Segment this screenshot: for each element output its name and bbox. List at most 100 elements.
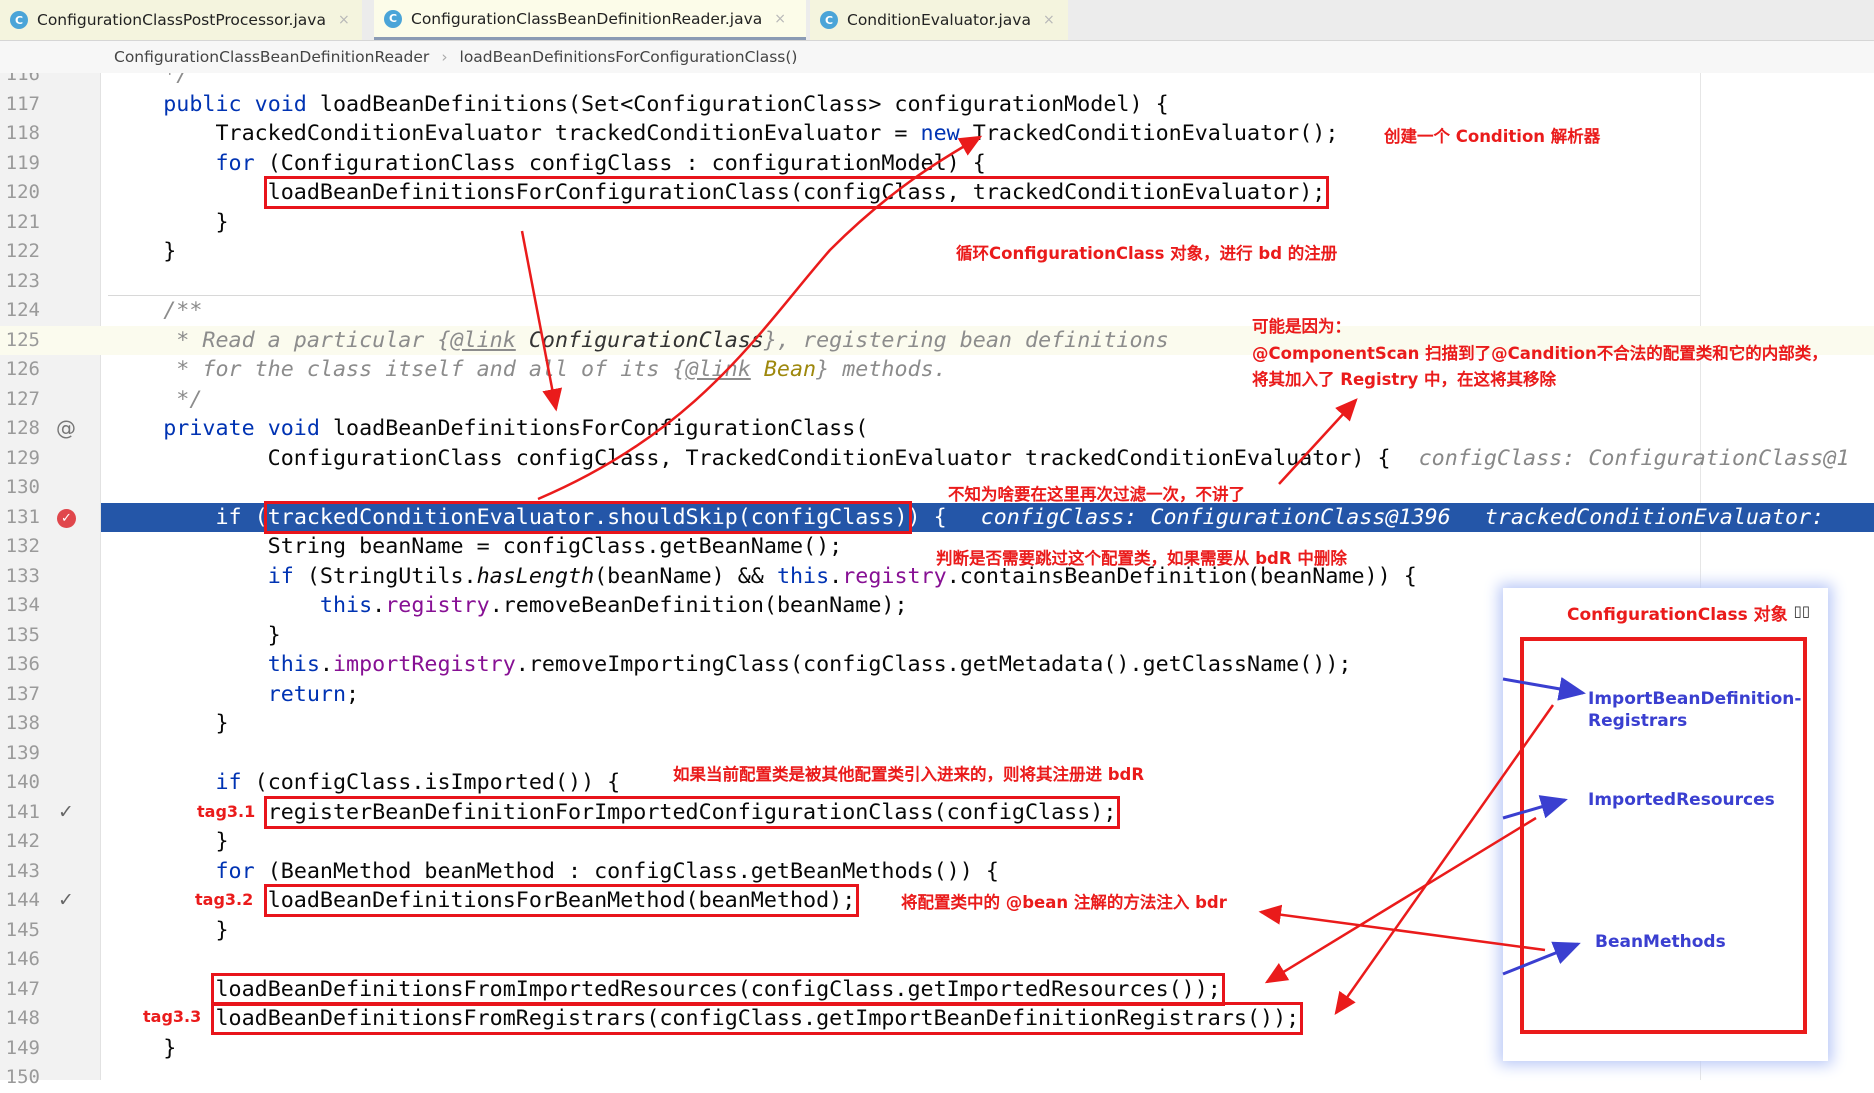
code-line[interactable]: 128 @ private void loadBeanDefinitionsFor… — [0, 414, 1874, 444]
code-token: (beanName) && — [594, 563, 777, 589]
code-line[interactable]: 117 public void loadBeanDefinitions(Set<… — [0, 90, 1874, 120]
annotation-skip-check: 判断是否需要跳过这个配置类，如果需要从 bdR 中删除 — [936, 549, 1347, 568]
line-number[interactable]: 132 — [0, 532, 40, 562]
code-line[interactable]: 150 — [0, 1063, 1874, 1093]
line-number[interactable]: 134 — [0, 591, 40, 621]
line-number[interactable]: 146 — [0, 945, 40, 975]
code-text[interactable]: /** — [101, 296, 1874, 326]
code-line[interactable]: 127 */ — [0, 385, 1874, 415]
checkmark-icon[interactable]: ✓ — [54, 798, 78, 828]
code-text[interactable]: loadBeanDefinitionsForConfigurationClass… — [101, 176, 1874, 209]
breadcrumb-method[interactable]: loadBeanDefinitionsForConfigurationClass… — [460, 48, 798, 66]
line-number[interactable]: 121 — [0, 208, 40, 238]
code-text[interactable]: } — [101, 208, 1874, 238]
line-number[interactable]: 150 — [0, 1063, 40, 1093]
java-class-icon: C — [820, 11, 838, 29]
book-icon: ▯▯ — [1793, 602, 1810, 620]
override-annotation-icon[interactable]: @ — [54, 414, 78, 444]
code-token: } — [111, 829, 229, 854]
field-imported-resources: ImportedResources — [1588, 790, 1775, 810]
tab-label: ConditionEvaluator.java — [847, 11, 1031, 29]
code-text[interactable]: ConfigurationClass configClass, TrackedC… — [101, 444, 1874, 474]
close-icon[interactable]: × — [1043, 12, 1055, 28]
code-token: /** — [111, 298, 203, 323]
code-line[interactable]: 122 } — [0, 237, 1874, 267]
code-token: this — [776, 563, 830, 589]
line-number[interactable]: 128 — [0, 414, 40, 444]
line-number[interactable]: 133 — [0, 562, 40, 592]
code-line[interactable]: 131 ✓ if (trackedConditionEvaluator.shoul… — [0, 500, 1874, 534]
checkmark-icon[interactable]: ✓ — [54, 886, 78, 916]
code-text[interactable]: public void loadBeanDefinitions(Set<Conf… — [101, 90, 1874, 120]
code-text[interactable]: TrackedConditionEvaluator trackedConditi… — [101, 119, 1874, 149]
tab-configuration-class-bean-definition-reader[interactable]: C ConfigurationClassBeanDefinitionReader… — [374, 0, 806, 40]
line-number[interactable]: 117 — [0, 90, 40, 120]
line-number[interactable]: 122 — [0, 237, 40, 267]
code-line[interactable]: 120 loadBeanDefinitionsForConfigurationC… — [0, 176, 1874, 209]
line-number[interactable]: 135 — [0, 621, 40, 651]
tab-configuration-class-post-processor[interactable]: C ConfigurationClassPostProcessor.java × — [0, 0, 362, 40]
breadcrumb-class[interactable]: ConfigurationClassBeanDefinitionReader — [114, 48, 429, 66]
line-number[interactable]: 138 — [0, 709, 40, 739]
code-token: private void — [163, 416, 333, 441]
code-line[interactable]: 123 — [0, 267, 1874, 297]
line-number[interactable]: 137 — [0, 680, 40, 710]
code-token: } — [111, 622, 281, 648]
field-import-bean-definition-registrars: ImportBeanDefinition- Registrars — [1588, 688, 1801, 732]
line-number[interactable]: 118 — [0, 119, 40, 149]
tab-condition-evaluator[interactable]: C ConditionEvaluator.java × — [810, 0, 1068, 40]
code-text[interactable] — [101, 267, 1874, 297]
code-line[interactable]: 129 ConfigurationClass configClass, Trac… — [0, 444, 1874, 474]
code-text[interactable]: if (trackedConditionEvaluator.shouldSkip… — [101, 500, 1874, 534]
code-text[interactable] — [101, 1063, 1874, 1093]
code-token: loadBeanDefinitions(Set<ConfigurationCla… — [319, 91, 1169, 117]
line-number[interactable]: 145 — [0, 916, 40, 946]
line-number[interactable]: 123 — [0, 267, 40, 297]
code-token: ) { — [907, 504, 947, 530]
tag-3-2: tag3.2 — [195, 890, 254, 909]
line-number[interactable]: 148 — [0, 1004, 40, 1034]
close-icon[interactable]: × — [338, 12, 350, 28]
line-number[interactable]: 141 — [0, 798, 40, 828]
line-number[interactable]: 131 — [0, 503, 40, 533]
line-number[interactable]: 147 — [0, 975, 40, 1005]
code-token: (BeanMethod beanMethod : configClass.get… — [267, 858, 999, 884]
field-bean-methods: BeanMethods — [1595, 932, 1726, 952]
line-number[interactable]: 129 — [0, 444, 40, 474]
line-number[interactable]: 139 — [0, 739, 40, 769]
line-number[interactable]: 142 — [0, 827, 40, 857]
annotation-filter-again: 不知为啥要在这里再次过滤一次，不讲了 — [948, 485, 1245, 504]
code-token: */ — [111, 386, 203, 412]
code-text[interactable]: for (ConfigurationClass configClass : co… — [101, 149, 1874, 179]
breakpoint-icon[interactable]: ✓ — [57, 508, 76, 528]
code-line[interactable]: 121 } — [0, 208, 1874, 238]
line-number[interactable]: 120 — [0, 178, 40, 208]
line-number[interactable]: 140 — [0, 768, 40, 798]
code-token: this — [319, 593, 373, 618]
line-number[interactable]: 144 — [0, 886, 40, 916]
line-number[interactable]: 119 — [0, 149, 40, 179]
line-number[interactable]: 126 — [0, 355, 40, 385]
tag-3-3: tag3.3 — [143, 1007, 202, 1026]
code-text[interactable]: */ — [101, 385, 1874, 415]
line-number[interactable]: 124 — [0, 296, 40, 326]
line-number[interactable]: 125 — [0, 326, 40, 356]
line-number[interactable]: 127 — [0, 385, 40, 415]
code-line[interactable]: 119 for (ConfigurationClass configClass … — [0, 149, 1874, 179]
code-line[interactable]: 130 — [0, 473, 1874, 503]
line-number[interactable]: 149 — [0, 1034, 40, 1064]
code-token: if — [215, 770, 255, 795]
code-text[interactable]: private void loadBeanDefinitionsForConfi… — [101, 414, 1874, 444]
line-number[interactable]: 130 — [0, 473, 40, 503]
code-token: . — [319, 652, 333, 677]
code-token: Bean — [763, 357, 817, 382]
code-line[interactable]: 124 /** — [0, 296, 1874, 326]
close-icon[interactable]: × — [774, 11, 786, 27]
line-number[interactable]: 136 — [0, 650, 40, 680]
line-number[interactable]: 143 — [0, 857, 40, 887]
